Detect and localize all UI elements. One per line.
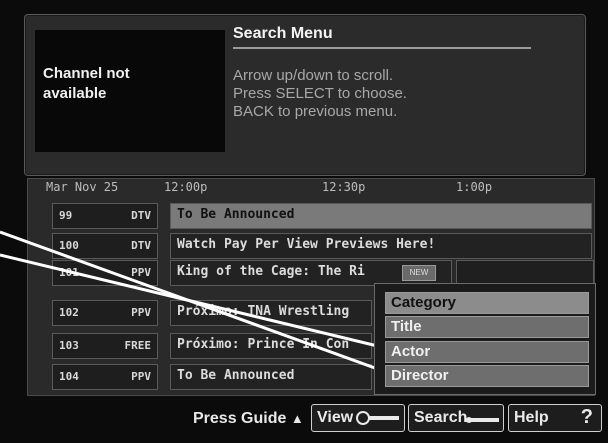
search-label: Search	[414, 409, 468, 426]
up-arrow-icon: ▲	[290, 411, 304, 426]
view-label: View	[317, 409, 354, 426]
search-option-actor[interactable]: Actor	[385, 341, 589, 363]
search-option-title[interactable]: Title	[385, 316, 589, 338]
view-button[interactable]: View	[311, 404, 405, 432]
remote-key-icon	[356, 411, 399, 425]
option-label: Actor	[391, 343, 431, 360]
search-option-category[interactable]: Category	[385, 292, 589, 314]
option-label: Category	[391, 294, 457, 311]
help-icon: ?	[580, 406, 593, 428]
press-guide-label: Press Guide	[193, 410, 287, 427]
help-button[interactable]: Help ?	[508, 404, 602, 432]
option-label: Title	[391, 318, 422, 335]
press-guide-hint: Press Guide ▲	[193, 410, 304, 428]
option-label: Director	[391, 367, 449, 384]
help-label: Help	[514, 409, 549, 426]
search-button[interactable]: Search	[408, 404, 504, 432]
search-option-director[interactable]: Director	[385, 365, 589, 387]
remote-key-icon	[465, 417, 499, 423]
